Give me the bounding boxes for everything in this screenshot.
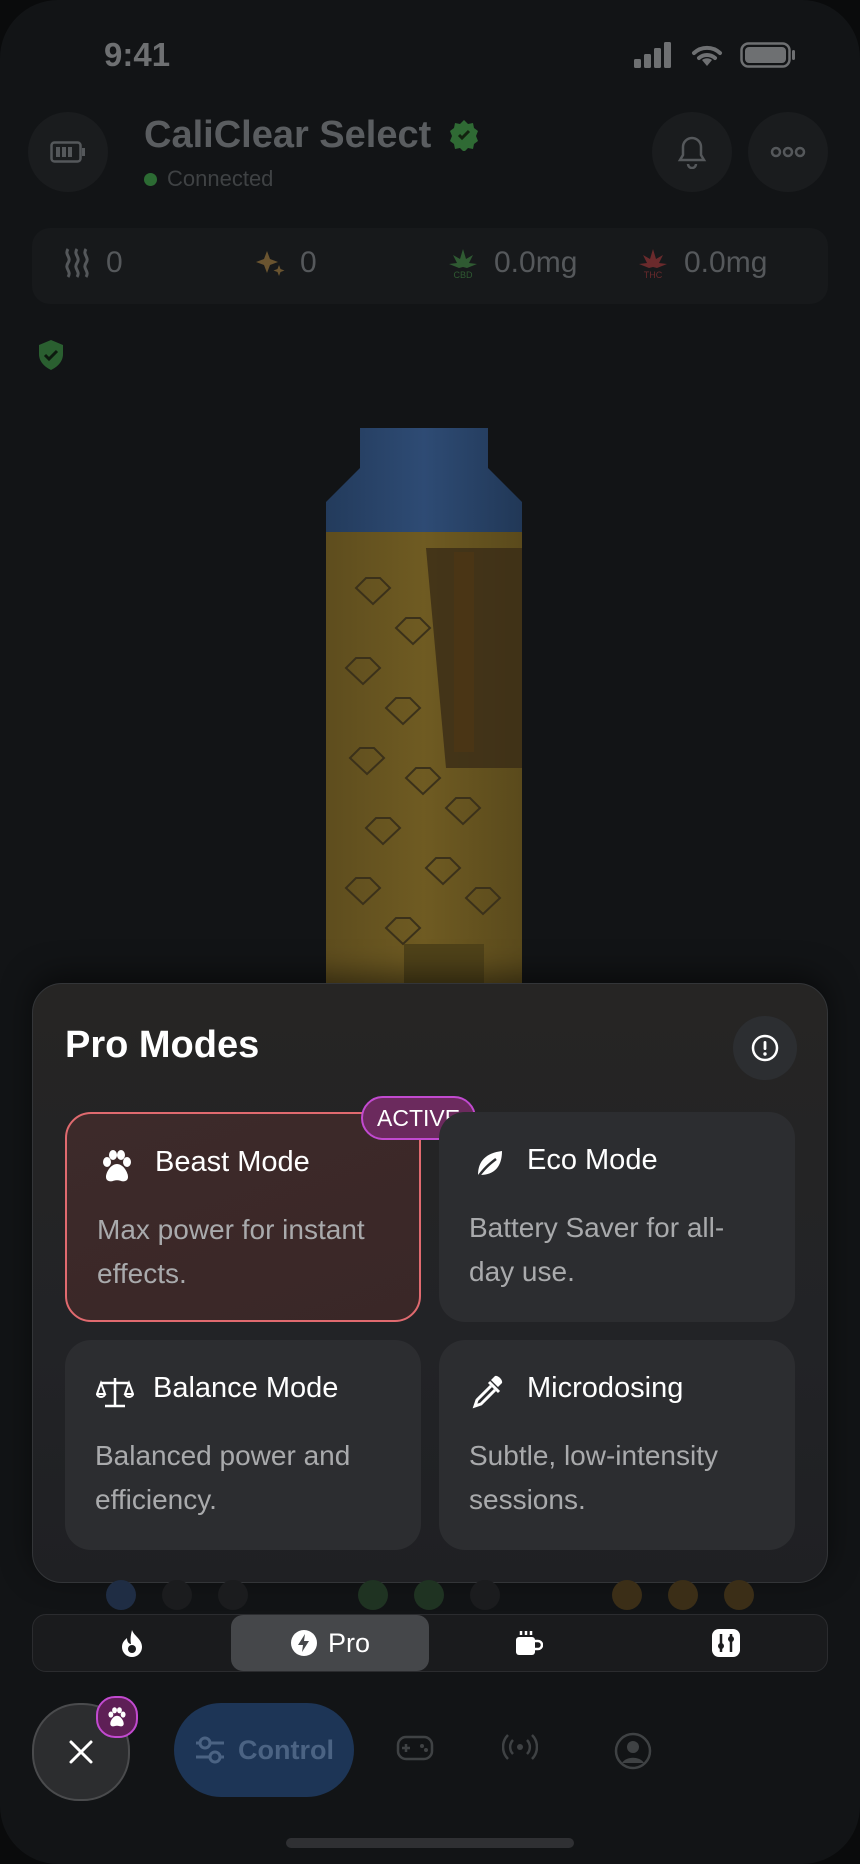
device-image (326, 428, 522, 988)
paw-badge (96, 1696, 138, 1738)
mode-card-balance[interactable]: Balance Mode Balanced power and efficien… (65, 1340, 421, 1550)
mode-title: Microdosing (527, 1372, 684, 1404)
steam-icon (65, 248, 89, 278)
tab-pro[interactable]: Pro (231, 1615, 429, 1671)
svg-text:THC: THC (644, 270, 663, 279)
info-button[interactable] (733, 1016, 797, 1080)
profile-icon (614, 1732, 652, 1770)
nav-profile[interactable] (614, 1732, 652, 1775)
preset-dots-blue (106, 1580, 248, 1610)
cbd-leaf-icon: CBD (449, 249, 477, 279)
status-bar: 9:41 (0, 30, 860, 80)
paw-icon (108, 1707, 126, 1727)
mode-description: Subtle, low-intensity sessions. (469, 1440, 719, 1515)
leaf-icon (469, 1144, 509, 1184)
scale-icon (95, 1372, 135, 1412)
sliders-icon (712, 1629, 740, 1657)
phone-screen: 9:41 CaliClear Select Connected 0 0 CBD … (0, 0, 860, 1864)
mode-title: Balance Mode (153, 1372, 339, 1404)
stat-puffs: 0 (62, 246, 123, 280)
more-options-button[interactable] (748, 112, 828, 192)
home-indicator (286, 1838, 574, 1848)
gamepad-icon (396, 1735, 434, 1761)
connected-dot (144, 172, 157, 186)
more-icon (770, 146, 806, 158)
cup-icon (516, 1631, 543, 1655)
nav-games[interactable] (396, 1732, 434, 1767)
mode-card-beast[interactable]: ACTIVE Beast Mode Max power for instant … (65, 1096, 477, 1322)
mode-card-eco[interactable]: Eco Mode Battery Saver for all-day use. (439, 1112, 795, 1322)
stats-bar: 0 0 CBD 0.0mg THC 0.0mg (32, 228, 828, 304)
broadcast-icon (501, 1734, 539, 1760)
sparkle-icon (256, 251, 285, 276)
tab-heat[interactable] (33, 1615, 231, 1671)
stat-sessions: 0 (256, 246, 317, 280)
connection-status: Connected (144, 166, 273, 192)
tab-cup[interactable] (429, 1615, 627, 1671)
info-icon (751, 1034, 779, 1062)
device-name: CaliClear Select (144, 114, 480, 157)
nav-control[interactable]: Control (174, 1703, 354, 1797)
close-icon (69, 1740, 93, 1764)
mode-title: Eco Mode (527, 1144, 658, 1176)
tab-settings[interactable] (627, 1615, 825, 1671)
mode-title: Beast Mode (155, 1146, 310, 1178)
paw-icon (97, 1146, 137, 1186)
svg-text:CBD: CBD (453, 270, 473, 279)
bolt-icon (290, 1630, 317, 1656)
notifications-button[interactable] (652, 112, 732, 192)
shield-check-icon (36, 338, 66, 377)
bell-icon (677, 136, 707, 169)
mode-tabs: Pro (32, 1614, 828, 1672)
nav-broadcast[interactable] (501, 1732, 539, 1767)
mode-description: Balanced power and efficiency. (95, 1440, 351, 1515)
thc-leaf-icon: THC (639, 249, 667, 279)
dropper-icon (469, 1372, 509, 1412)
battery-icon (50, 141, 85, 163)
preset-dots-green (358, 1580, 500, 1610)
preset-dots-orange (612, 1580, 754, 1610)
mode-description: Battery Saver for all-day use. (469, 1212, 725, 1287)
signal-icon (634, 42, 671, 68)
stat-cbd: CBD 0.0mg (446, 246, 577, 280)
pro-modes-panel: Pro Modes ACTIVE Beast Mode Max power fo… (32, 983, 828, 1583)
panel-title: Pro Modes (65, 1024, 260, 1066)
mode-card-microdosing[interactable]: Microdosing Subtle, low-intensity sessio… (439, 1340, 795, 1550)
verified-badge-icon (449, 120, 478, 152)
device-battery-button[interactable] (28, 112, 108, 192)
flame-icon (122, 1630, 142, 1657)
wifi-icon (692, 45, 722, 66)
sliders-icon (196, 1736, 224, 1764)
battery-icon (740, 42, 795, 68)
mode-description: Max power for instant effects. (97, 1214, 365, 1289)
status-time: 9:41 (104, 36, 171, 73)
stat-thc: THC 0.0mg (636, 246, 767, 280)
